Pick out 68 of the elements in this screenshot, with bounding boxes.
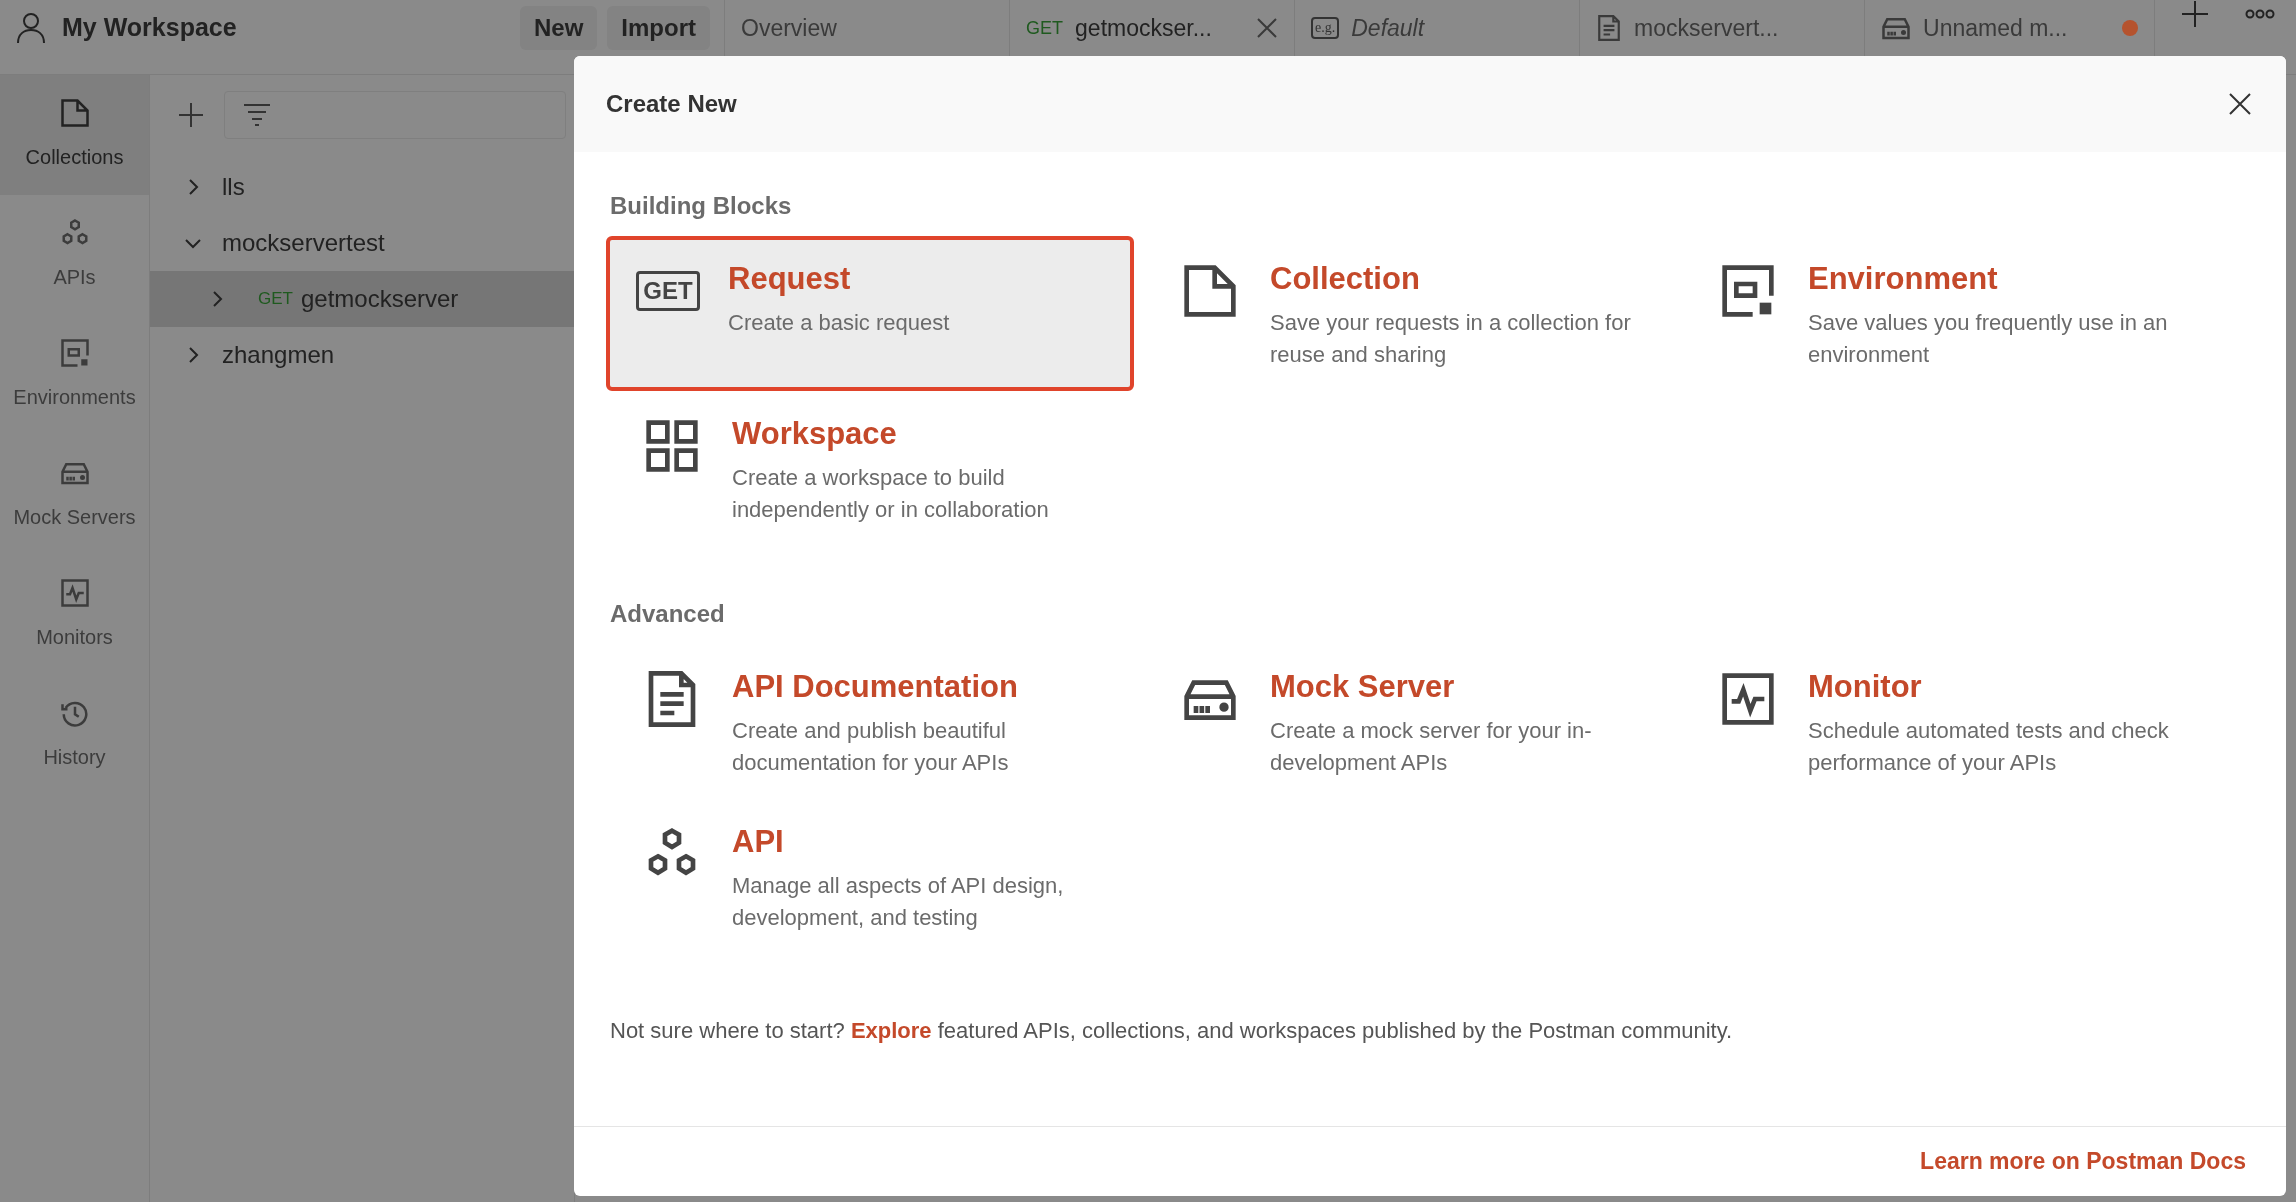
import-button[interactable]: Import: [607, 6, 711, 50]
rail-item[interactable]: History: [0, 675, 149, 795]
card-description: Create a workspace to build independently or in collaboration: [732, 463, 1050, 524]
rail-item[interactable]: Environments: [0, 315, 149, 435]
rail-item[interactable]: Mock Servers: [0, 435, 149, 555]
create-card[interactable]: Monitor Schedule automated tests and check performance of your APIs: [1686, 644, 2224, 799]
explore-link[interactable]: Explore: [850, 1018, 932, 1043]
card-description: Create and publish beautiful documentation for your APIs: [732, 716, 1010, 777]
method-label: GET: [258, 288, 293, 311]
add-icon[interactable]: [178, 102, 204, 128]
add-tab-icon[interactable]: [2181, 0, 2210, 28]
card-title: Mock Server: [1270, 668, 1456, 706]
get-icon: GET: [636, 271, 700, 311]
folder-icon: [1182, 263, 1238, 319]
docs-link[interactable]: Learn more on Postman Docs: [1920, 1144, 2246, 1179]
card-title: Request: [728, 260, 852, 298]
section-heading: Advanced: [610, 599, 726, 629]
card-description: Create a mock server for your in-development APIs: [1270, 716, 1593, 777]
tree-label: getmockserver: [300, 284, 459, 314]
create-card[interactable]: Environment Save values you frequently use in an environment: [1686, 236, 2224, 391]
rail-item[interactable]: Collections: [0, 75, 149, 195]
card-title: Environment: [1808, 260, 1999, 298]
method-label: GET: [1026, 16, 1064, 40]
environment-icon: [1720, 263, 1776, 319]
create-card[interactable]: API Manage all aspects of API design, development, and testing: [610, 799, 1148, 954]
tab-label: mockservert...: [1634, 13, 1779, 43]
filter-icon: [243, 103, 271, 127]
card-title: API: [732, 823, 785, 861]
card-title: Collection: [1270, 260, 1421, 298]
new-button[interactable]: New: [520, 6, 598, 50]
tab-label: Default: [1351, 13, 1425, 43]
workspace-name[interactable]: My Workspace: [62, 9, 237, 47]
monitor-icon: [1720, 671, 1776, 727]
tab-label: Overview: [741, 13, 837, 43]
tree-label: zhangmen: [222, 340, 335, 370]
user-icon[interactable]: [16, 12, 46, 44]
tree-label: lls: [222, 172, 245, 202]
document-icon: [1596, 15, 1623, 41]
create-card[interactable]: Workspace Create a workspace to build independently or in collaboration: [610, 391, 1148, 546]
rail-item[interactable]: APIs: [0, 195, 149, 315]
rail-item[interactable]: Monitors: [0, 555, 149, 675]
card-description: Create a basic request: [728, 308, 951, 337]
create-card[interactable]: Collection Save your requests in a collection for reuse and sharing: [1148, 236, 1686, 391]
tree-item[interactable]: GET getmockserver: [150, 271, 574, 327]
tab-label: Unnamed m...: [1923, 13, 2068, 43]
more-icon[interactable]: [2245, 9, 2276, 19]
modal-title: Create New: [606, 89, 737, 119]
folder-icon: [59, 98, 90, 128]
card-title: API Documentation: [732, 668, 1019, 706]
card-description: Schedule automated tests and check performance of your APIs: [1808, 716, 2170, 777]
grid-icon: [644, 418, 700, 474]
close-icon[interactable]: [2228, 92, 2252, 116]
create-card[interactable]: GET Request Create a basic request: [606, 236, 1134, 391]
monitor-icon: [59, 578, 90, 608]
help-text: Not sure where to start? Explore featured APIs, collections, and workspaces published by the Postman community.: [610, 1017, 1734, 1045]
tree-label: mockservertest: [222, 228, 385, 258]
environment-icon: [59, 338, 90, 368]
filter-field[interactable]: [224, 91, 566, 139]
create-card[interactable]: API Documentation Create and publish beautiful documentation for your APIs: [610, 644, 1148, 799]
card-description: Save values you frequently use in an environment: [1808, 308, 2169, 369]
card-title: Workspace: [732, 415, 898, 453]
env-badge: e.g.: [1311, 17, 1340, 39]
section-heading: Building Blocks: [610, 191, 793, 221]
card-description: Save your requests in a collection for reuse and sharing: [1270, 308, 1632, 369]
tab-label: getmockser...: [1075, 13, 1212, 43]
create-card[interactable]: Mock Server Create a mock server for your in-development APIs: [1148, 644, 1686, 799]
card-title: Monitor: [1808, 668, 1923, 706]
card-description: Manage all aspects of API design, development, and testing: [732, 871, 1065, 932]
